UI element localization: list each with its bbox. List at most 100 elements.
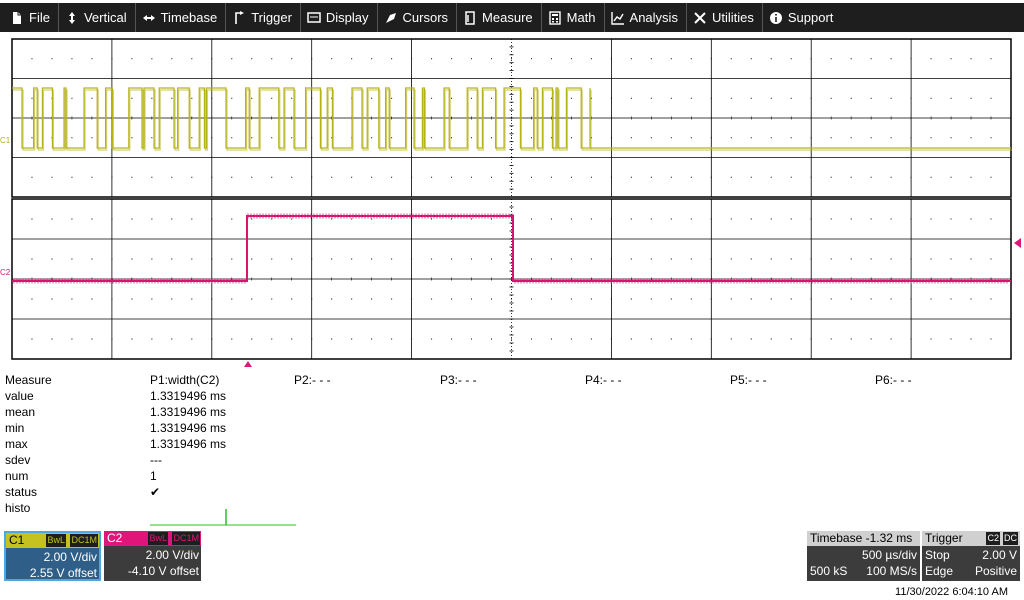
c2-grid[interactable] <box>0 198 1024 360</box>
grid-dot <box>650 137 652 139</box>
grid-dot <box>471 97 473 99</box>
grid-dot <box>211 338 213 340</box>
trigger-position-marker[interactable] <box>244 361 252 367</box>
grid-dot <box>710 218 712 220</box>
param-p4[interactable]: P4:- - - <box>585 372 622 388</box>
measure-table[interactable]: Measure P1:width(C2) P2:- - - P3:- - - P… <box>5 372 1020 526</box>
param-p6[interactable]: P6:- - - <box>875 372 912 388</box>
grid-dot <box>590 258 592 260</box>
menu-display[interactable]: Display <box>301 3 378 32</box>
calculator-icon <box>548 10 562 25</box>
grid-dot <box>990 176 992 178</box>
grid-dot <box>411 218 413 220</box>
menu-measure[interactable]: Measure <box>457 3 542 32</box>
grid-dot <box>111 58 113 60</box>
p1-histogram[interactable] <box>150 506 300 528</box>
c1-descriptor-header: C1 BwL DC1M <box>6 533 99 548</box>
param-p1[interactable]: P1:width(C2) <box>150 372 219 388</box>
menu-bar: File Vertical Timebase Trigger Display C… <box>0 3 1024 32</box>
grid-dot <box>630 338 632 340</box>
grid-dot <box>710 338 712 340</box>
grid-dot <box>251 298 253 300</box>
grid-dot <box>251 176 253 178</box>
trigger-level-marker[interactable] <box>1014 238 1021 248</box>
grid-dot <box>431 258 433 260</box>
grid-dot <box>91 298 93 300</box>
menu-display-label: Display <box>325 10 369 25</box>
menu-trigger-label: Trigger <box>251 10 292 25</box>
grid-dot <box>351 176 353 178</box>
grid-dot <box>331 298 333 300</box>
menu-measure-label: Measure <box>482 10 533 25</box>
menu-math[interactable]: Math <box>542 3 605 32</box>
param-p2[interactable]: P2:- - - <box>294 372 331 388</box>
grid-dot <box>211 218 213 220</box>
grid-dot <box>11 218 13 220</box>
grid-dot <box>451 338 453 340</box>
grid-dot <box>511 137 512 139</box>
row-label: num <box>5 469 29 483</box>
menu-support[interactable]: Support <box>763 3 842 32</box>
grid-dot <box>550 58 552 60</box>
menu-timebase[interactable]: Timebase <box>136 3 227 32</box>
c1-grid[interactable] <box>0 38 1024 198</box>
grid-dot <box>151 137 153 139</box>
grid-dot <box>351 58 353 60</box>
menu-file-label: File <box>29 10 50 25</box>
grid-dot <box>211 97 213 99</box>
grid-dot <box>570 97 572 99</box>
grid-dot <box>950 176 952 178</box>
grid-dot <box>790 97 792 99</box>
measure-row-value: value 1.3319496 ms <box>5 388 1020 404</box>
grid-dot <box>950 258 952 260</box>
grid-dot <box>530 298 532 300</box>
row-label: histo <box>5 501 31 515</box>
c1-offset-marker[interactable]: C1 <box>0 137 10 145</box>
menu-utilities[interactable]: Utilities <box>687 3 763 32</box>
timebase-rate: 100 MS/s <box>866 564 917 578</box>
grid-dot <box>411 97 413 99</box>
c2-descriptor[interactable]: C2 BwL DC1M 2.00 V/div -4.10 V offset <box>104 531 201 581</box>
grid-dot <box>750 338 752 340</box>
timebase-descriptor[interactable]: Timebase -1.32 ms 500 µs/div 500 kS 100 … <box>807 531 920 581</box>
grid-dot <box>570 137 572 139</box>
menu-trigger[interactable]: Trigger <box>226 3 301 32</box>
grid-dot <box>990 258 992 260</box>
grid-dot <box>910 218 912 220</box>
p1-max: 1.3319496 ms <box>150 437 227 451</box>
grid-dot <box>850 58 852 60</box>
grid-dot <box>610 258 612 260</box>
menu-cursors[interactable]: Cursors <box>378 3 458 32</box>
grid-dot <box>171 258 173 260</box>
param-p5[interactable]: P5:- - - <box>730 372 767 388</box>
grid-dot <box>31 58 33 60</box>
grid-dot <box>131 176 133 178</box>
c1-descriptor[interactable]: C1 BwL DC1M 2.00 V/div 2.55 V offset <box>4 531 101 581</box>
grid-dot <box>710 137 712 139</box>
grid-dot <box>970 176 972 178</box>
param-p3[interactable]: P3:- - - <box>440 372 477 388</box>
grid-dot <box>471 58 473 60</box>
grid-dot <box>291 338 293 340</box>
menu-analysis[interactable]: Analysis <box>605 3 687 32</box>
menu-vertical[interactable]: Vertical <box>59 3 136 32</box>
vertical-arrows-icon <box>65 11 79 25</box>
trigger-mode: Stop <box>925 548 950 562</box>
trigger-icon <box>232 10 246 25</box>
grid-dot <box>890 58 892 60</box>
trigger-descriptor[interactable]: Trigger C2 DC Stop 2.00 V Edge Positive <box>922 531 1020 581</box>
menu-file[interactable]: File <box>4 3 59 32</box>
grid-dot <box>770 176 772 178</box>
measure-row-min: min 1.3319496 ms <box>5 420 1020 436</box>
grid-dot <box>750 176 752 178</box>
grid-dot <box>411 298 413 300</box>
grid-dot <box>970 258 972 260</box>
grid-dot <box>750 137 752 139</box>
c2-coupling-tag: DC1M <box>172 532 200 545</box>
grid-dot <box>311 58 313 60</box>
c1-grid-lines <box>11 38 1012 198</box>
grid-dot <box>950 338 952 340</box>
c2-offset-marker[interactable]: C2 <box>0 269 10 277</box>
grid-dot <box>670 218 672 220</box>
grid-dot <box>151 298 153 300</box>
